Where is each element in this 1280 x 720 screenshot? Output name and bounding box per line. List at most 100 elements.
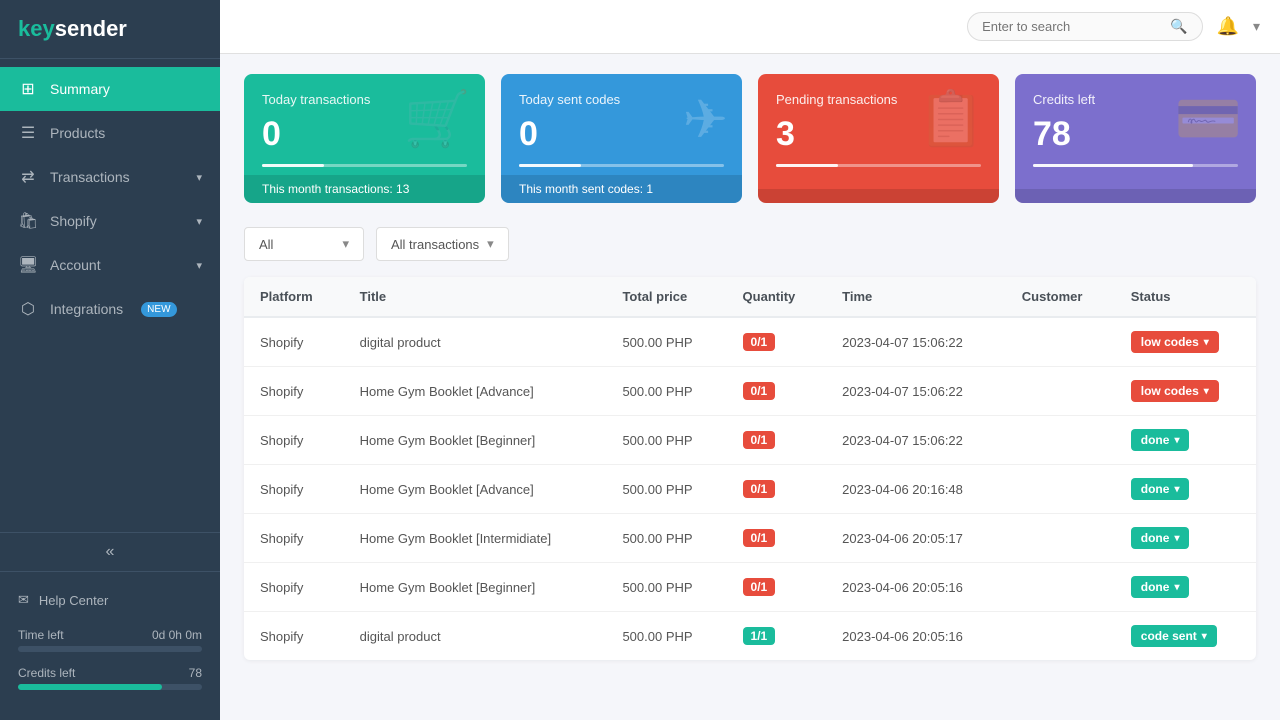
col-title: Title <box>344 277 607 317</box>
cell-total-price: 500.00 PHP <box>606 612 726 661</box>
quantity-badge: 0/1 <box>743 578 776 596</box>
cell-platform: Shopify <box>244 563 344 612</box>
sidebar-item-label: Summary <box>50 81 110 97</box>
table-row: Shopify Home Gym Booklet [Beginner] 500.… <box>244 563 1256 612</box>
page-content: Today transactions 0 🛒 This month transa… <box>220 54 1280 720</box>
status-button[interactable]: low codes ▾ <box>1131 331 1219 353</box>
integrations-icon: ⬡ <box>18 299 38 319</box>
cell-quantity: 0/1 <box>727 416 827 465</box>
logo-suffix: sender <box>55 16 127 41</box>
collapse-button[interactable]: « <box>0 532 220 572</box>
chevron-down-icon: ▾ <box>342 236 349 252</box>
time-left-section: Time left 0d 0h 0m Credits left 78 <box>18 628 202 690</box>
cell-platform: Shopify <box>244 416 344 465</box>
help-center-item[interactable]: ✉ Help Center <box>18 582 202 618</box>
chevron-down-icon: ▾ <box>1204 337 1209 348</box>
cell-platform: Shopify <box>244 612 344 661</box>
sidebar-item-label: Integrations <box>50 301 123 317</box>
transaction-type-filter[interactable]: All transactions ▾ <box>376 227 509 261</box>
status-button[interactable]: done ▾ <box>1131 478 1190 500</box>
table-row: Shopify Home Gym Booklet [Advance] 500.0… <box>244 367 1256 416</box>
cell-customer <box>1006 514 1115 563</box>
search-icon: 🔍 <box>1170 18 1187 35</box>
cell-customer <box>1006 563 1115 612</box>
cell-title: Home Gym Booklet [Beginner] <box>344 563 607 612</box>
filters-row: All ▾ All transactions ▾ <box>244 227 1256 261</box>
new-badge: NEW <box>141 302 176 317</box>
stat-card-footer: This month transactions: 13 <box>244 175 485 203</box>
col-platform: Platform <box>244 277 344 317</box>
notification-bell-icon[interactable]: 🔔 <box>1217 16 1239 37</box>
sidebar-item-summary[interactable]: ⊞ Summary <box>0 67 220 111</box>
cell-total-price: 500.00 PHP <box>606 416 726 465</box>
time-progress-bar-bg <box>18 646 202 652</box>
chevron-down-icon: ▾ <box>1174 582 1179 593</box>
quantity-badge: 0/1 <box>743 333 776 351</box>
quantity-badge: 0/1 <box>743 382 776 400</box>
sidebar-item-products[interactable]: ☰ Products <box>0 111 220 155</box>
status-button[interactable]: done ▾ <box>1131 576 1190 598</box>
cell-status: done ▾ <box>1115 514 1256 563</box>
send-icon: ✈ <box>683 88 728 151</box>
cell-status: done ▾ <box>1115 416 1256 465</box>
cell-total-price: 500.00 PHP <box>606 563 726 612</box>
time-left-value: 0d 0h 0m <box>152 628 202 642</box>
col-status: Status <box>1115 277 1256 317</box>
sidebar-item-label: Shopify <box>50 213 97 229</box>
cell-title: Home Gym Booklet [Beginner] <box>344 416 607 465</box>
platform-filter[interactable]: All ▾ <box>244 227 364 261</box>
sidebar-item-transactions[interactable]: ⇄ Transactions ▾ <box>0 155 220 199</box>
stat-card-footer: This month sent codes: 1 <box>501 175 742 203</box>
status-button[interactable]: done ▾ <box>1131 429 1190 451</box>
status-button[interactable]: done ▾ <box>1131 527 1190 549</box>
cell-time: 2023-04-06 20:05:17 <box>826 514 1006 563</box>
cell-quantity: 0/1 <box>727 317 827 367</box>
stat-card-today-sent-codes: Today sent codes 0 ✈ This month sent cod… <box>501 74 742 203</box>
col-quantity: Quantity <box>727 277 827 317</box>
sidebar-item-account[interactable]: 🖥 Account ▾ <box>0 243 220 287</box>
cell-time: 2023-04-07 15:06:22 <box>826 367 1006 416</box>
stat-card-bar <box>262 164 467 167</box>
cell-total-price: 500.00 PHP <box>606 514 726 563</box>
cell-time: 2023-04-06 20:05:16 <box>826 612 1006 661</box>
table-header-row: Platform Title Total price Quantity Time… <box>244 277 1256 317</box>
table-row: Shopify Home Gym Booklet [Beginner] 500.… <box>244 416 1256 465</box>
status-button[interactable]: low codes ▾ <box>1131 380 1219 402</box>
user-dropdown-icon[interactable]: ▾ <box>1253 18 1260 35</box>
quantity-badge: 0/1 <box>743 529 776 547</box>
stat-card-footer <box>1015 189 1256 203</box>
chevron-down-icon: ▾ <box>1174 435 1179 446</box>
cell-total-price: 500.00 PHP <box>606 367 726 416</box>
cell-title: digital product <box>344 612 607 661</box>
stat-card-bar <box>1033 164 1238 167</box>
transaction-type-label: All transactions <box>391 237 479 252</box>
credits-progress-bar-bg <box>18 684 202 690</box>
time-left-text: Time left <box>18 628 64 642</box>
cell-time: 2023-04-07 15:06:22 <box>826 317 1006 367</box>
cell-customer <box>1006 367 1115 416</box>
credits-icon: 💳 <box>1175 88 1242 151</box>
col-time: Time <box>826 277 1006 317</box>
cell-status: done ▾ <box>1115 563 1256 612</box>
cell-title: Home Gym Booklet [Advance] <box>344 367 607 416</box>
table-header: Platform Title Total price Quantity Time… <box>244 277 1256 317</box>
chevron-down-icon: ▾ <box>1202 631 1207 642</box>
table-row: Shopify Home Gym Booklet [Advance] 500.0… <box>244 465 1256 514</box>
cell-time: 2023-04-06 20:16:48 <box>826 465 1006 514</box>
search-input[interactable] <box>982 19 1162 34</box>
cell-status: low codes ▾ <box>1115 317 1256 367</box>
status-button[interactable]: code sent ▾ <box>1131 625 1217 647</box>
cell-quantity: 0/1 <box>727 514 827 563</box>
sidebar-item-integrations[interactable]: ⬡ Integrations NEW <box>0 287 220 331</box>
sidebar: keysender ⊞ Summary ☰ Products ⇄ Transac… <box>0 0 220 720</box>
cell-title: Home Gym Booklet [Intermidiate] <box>344 514 607 563</box>
search-box[interactable]: 🔍 <box>967 12 1202 41</box>
cell-time: 2023-04-07 15:06:22 <box>826 416 1006 465</box>
stat-card-bar <box>776 164 981 167</box>
cell-time: 2023-04-06 20:05:16 <box>826 563 1006 612</box>
stat-card-footer <box>758 189 999 203</box>
sidebar-item-shopify[interactable]: 🛍 Shopify ▾ <box>0 199 220 243</box>
sidebar-item-label: Products <box>50 125 105 141</box>
cell-customer <box>1006 317 1115 367</box>
stat-card-pending-transactions: Pending transactions 3 📋 <box>758 74 999 203</box>
